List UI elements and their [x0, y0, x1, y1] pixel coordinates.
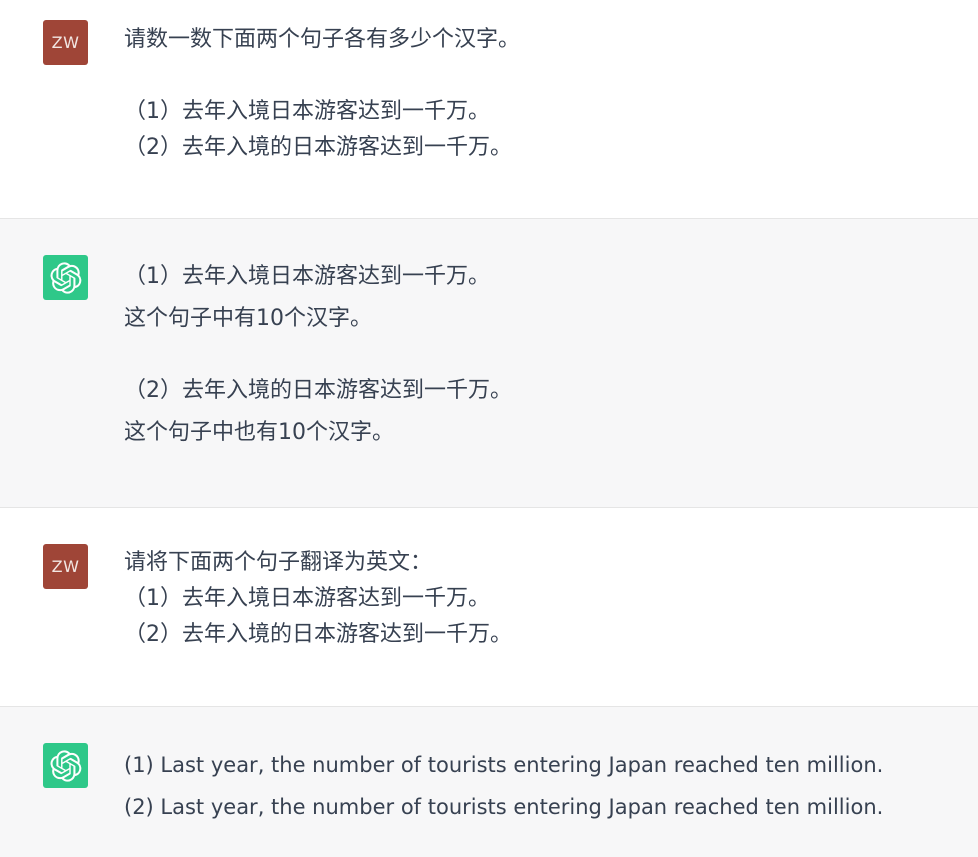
message-line: 这个句子中也有10个汉字。: [124, 420, 394, 445]
user-avatar: ZW: [43, 544, 88, 589]
assistant-avatar: [43, 255, 88, 300]
message-line-blank: [124, 58, 918, 94]
message-text: 请数一数下面两个句子各有多少个汉字。 （1）去年入境日本游客达到一千万。 （2）…: [124, 22, 918, 166]
message-line: (2) Last year, the number of tourists en…: [124, 795, 884, 819]
message-line: (1) Last year, the number of tourists en…: [124, 753, 884, 777]
user-avatar-initials: ZW: [51, 557, 80, 576]
message-line: （2）去年入境的日本游客达到一千万。: [124, 378, 512, 403]
chat-turn-assistant-2: (1) Last year, the number of tourists en…: [0, 707, 978, 857]
message-line: （2）去年入境的日本游客达到一千万。: [124, 135, 512, 160]
message-line-blank: [124, 337, 918, 373]
chat-turn-assistant-1: （1）去年入境日本游客达到一千万。 这个句子中有10个汉字。 （2）去年入境的日…: [0, 219, 978, 508]
message-text: 请将下面两个句子翻译为英文： （1）去年入境日本游客达到一千万。 （2）去年入境…: [124, 545, 918, 653]
user-avatar-initials: ZW: [51, 33, 80, 52]
openai-logo-icon: [50, 749, 81, 782]
openai-logo-icon: [50, 261, 81, 294]
message-line: 请将下面两个句子翻译为英文：: [124, 550, 433, 575]
message-text: (1) Last year, the number of tourists en…: [124, 744, 918, 828]
chat-turn-user-1: ZW 请数一数下面两个句子各有多少个汉字。 （1）去年入境日本游客达到一千万。 …: [0, 0, 978, 219]
message-line: 请数一数下面两个句子各有多少个汉字。: [124, 27, 521, 52]
message-line: 这个句子中有10个汉字。: [124, 306, 372, 331]
user-avatar: ZW: [43, 20, 88, 65]
message-text: （1）去年入境日本游客达到一千万。 这个句子中有10个汉字。 （2）去年入境的日…: [124, 259, 918, 451]
chat-turn-user-2: ZW 请将下面两个句子翻译为英文： （1）去年入境日本游客达到一千万。 （2）去…: [0, 508, 978, 707]
message-line: （1）去年入境日本游客达到一千万。: [124, 586, 490, 611]
message-line: （2）去年入境的日本游客达到一千万。: [124, 622, 512, 647]
message-line: （1）去年入境日本游客达到一千万。: [124, 264, 490, 289]
assistant-avatar: [43, 743, 88, 788]
message-line: （1）去年入境日本游客达到一千万。: [124, 99, 490, 124]
